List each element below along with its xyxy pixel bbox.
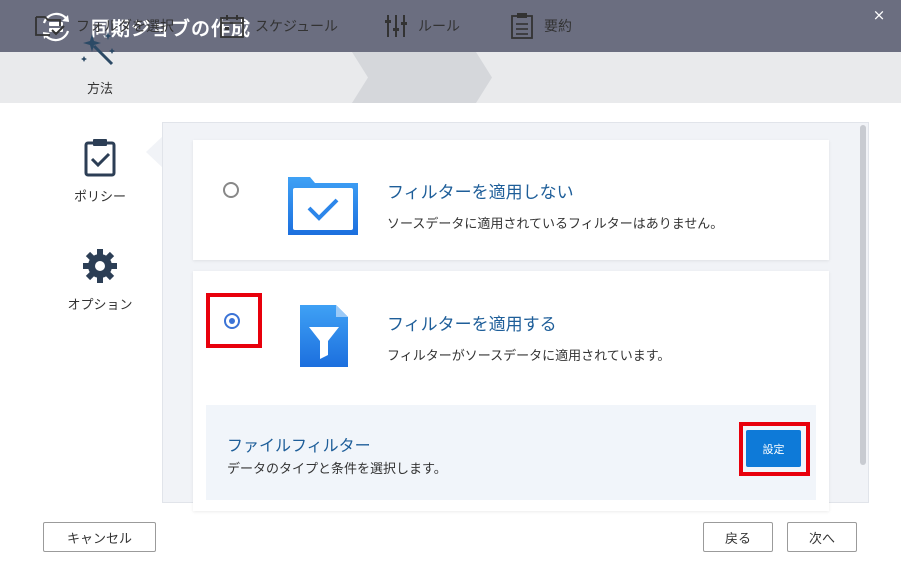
cancel-button[interactable]: キャンセル bbox=[43, 522, 156, 552]
gear-icon bbox=[83, 249, 117, 283]
sidebar-item-policy[interactable]: ポリシー bbox=[40, 138, 160, 205]
sidebar-item-method[interactable]: 方法 bbox=[40, 28, 160, 97]
sidebar-item-label: 方法 bbox=[86, 82, 113, 97]
sidebar-item-options[interactable]: オプション bbox=[40, 246, 160, 313]
file-filter-title: ファイルフィルター bbox=[227, 436, 371, 455]
magic-wand-icon bbox=[81, 32, 115, 66]
option-description: フィルターがソースデータに適用されています。 bbox=[387, 349, 671, 364]
content-scrollbar[interactable] bbox=[860, 125, 866, 465]
next-button[interactable]: 次へ bbox=[787, 522, 857, 552]
step-label: スケジュール bbox=[255, 18, 339, 35]
sliders-icon bbox=[385, 14, 407, 37]
clipboard-list-icon bbox=[511, 12, 533, 39]
option-title: フィルターを適用する bbox=[387, 315, 557, 335]
option-description: ソースデータに適用されているフィルターはありません。 bbox=[387, 217, 724, 232]
step-label: 要約 bbox=[544, 18, 572, 35]
calendar-icon bbox=[220, 14, 244, 38]
sidebar-item-label: ポリシー bbox=[73, 190, 126, 205]
folder-check-icon bbox=[288, 177, 358, 235]
highlight-box bbox=[739, 422, 810, 476]
funnel-icon bbox=[300, 305, 348, 367]
sidebar-active-pointer bbox=[146, 136, 163, 168]
step-rules: ルール bbox=[384, 0, 460, 51]
step-summary: 要約 bbox=[510, 0, 572, 51]
back-button[interactable]: 戻る bbox=[703, 522, 773, 552]
no-filter-radio[interactable] bbox=[223, 182, 239, 198]
file-filter-description: データのタイプと条件を選択します。 bbox=[227, 462, 447, 477]
option-title: フィルターを適用しない bbox=[387, 183, 574, 203]
highlight-box bbox=[206, 293, 262, 348]
close-icon[interactable]: × bbox=[870, 6, 888, 24]
active-step-highlight bbox=[352, 52, 492, 103]
clipboard-check-icon bbox=[84, 139, 116, 177]
step-schedule: スケジュール bbox=[219, 0, 338, 51]
step-label: ルール bbox=[418, 18, 460, 35]
sidebar-item-label: オプション bbox=[67, 298, 133, 313]
